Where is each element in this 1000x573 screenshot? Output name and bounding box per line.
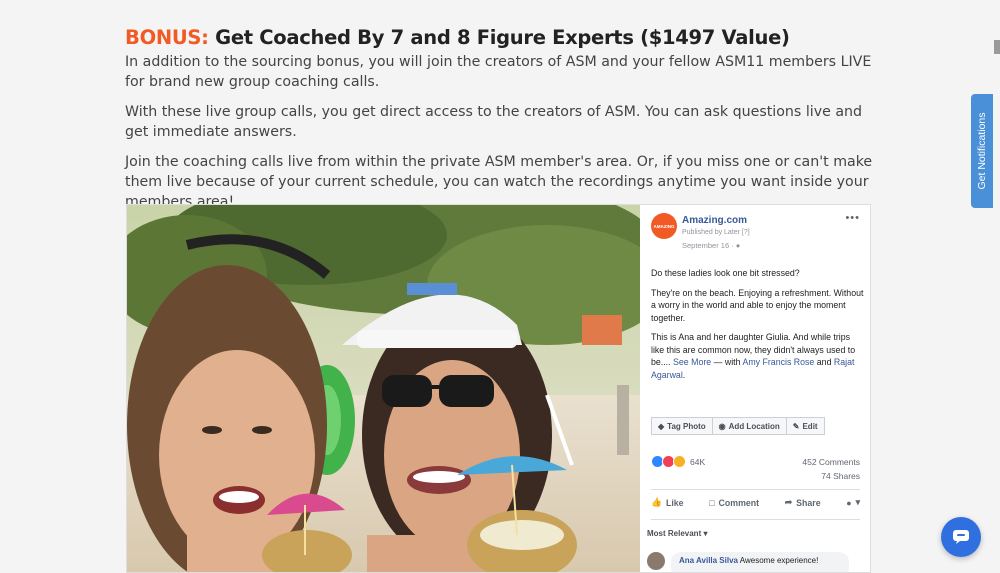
thumbs-up-icon: 👍 — [651, 497, 662, 507]
post-action-bar: 👍 Like □ Comment ➦ Share ● ▾ — [651, 497, 860, 508]
reactions: 64K — [651, 455, 705, 468]
with-text: — with — [713, 357, 741, 367]
divider — [651, 519, 860, 520]
comment-icon: □ — [709, 497, 715, 508]
post-line-3: This is Ana and her daughter Giulia. And… — [651, 331, 864, 381]
pencil-icon: ✎ — [792, 421, 800, 431]
comment-count: 452 Comments — [802, 457, 860, 467]
ellipsis-icon: ••• — [845, 212, 860, 224]
tag-photo-label: Tag Photo — [667, 421, 706, 431]
post-body: Do these ladies look one bit stressed? T… — [651, 267, 864, 388]
reaction-count: 64K — [690, 456, 706, 467]
edit-label: Edit — [802, 421, 818, 431]
post-line-1: Do these ladies look one bit stressed? — [651, 268, 800, 278]
paragraph-1: In addition to the sourcing bonus, you w… — [125, 54, 872, 90]
edit-button: ✎ Edit — [785, 417, 825, 435]
facebook-post-panel: AMAZING Amazing.com Published by Later [… — [641, 205, 870, 572]
commenter-name: Ana Avilla Silva — [679, 556, 738, 565]
location-pin-icon: ◉ — [718, 421, 726, 431]
paragraph-3: Join the coaching calls live from within… — [125, 154, 873, 210]
beach-photo — [127, 205, 640, 572]
chat-button[interactable] — [941, 517, 981, 557]
share-action: ➦ Share — [785, 497, 821, 508]
published-by: Published by Later [?] — [682, 229, 750, 236]
commenter-avatar — [647, 552, 665, 570]
like-label: Like — [665, 497, 684, 508]
post-date: September 16 · ● — [682, 241, 740, 250]
comment-action: □ Comment — [709, 497, 759, 508]
like-action: 👍 Like — [651, 497, 684, 508]
wow-reaction-icon — [673, 455, 686, 468]
add-location-button: ◉ Add Location — [711, 417, 787, 435]
see-more-link: See More — [673, 357, 712, 367]
share-label: Share — [796, 497, 821, 508]
profile-icon: ● — [846, 497, 852, 508]
photo-actions: ◆ Tag Photo ◉ Add Location ✎ Edit — [651, 417, 825, 435]
page-avatar: AMAZING — [651, 213, 677, 239]
get-notifications-tab[interactable]: Get Notifications — [971, 94, 993, 208]
share-icon: ➦ — [784, 497, 793, 507]
notifications-label: Get Notifications — [976, 112, 988, 190]
scrollbar-track[interactable] — [994, 0, 1000, 571]
post-date-text: September 16 · — [682, 241, 734, 250]
end-text: . — [682, 369, 686, 380]
post-line-2: They're on the beach. Enjoying a refresh… — [651, 287, 864, 323]
comment-text: Awesome experience! — [739, 556, 819, 565]
post-header: AMAZING Amazing.com Published by Later [… — [651, 212, 866, 259]
add-location-label: Add Location — [728, 421, 780, 431]
bonus-section: BONUS: Get Coached By 7 and 8 Figure Exp… — [125, 26, 885, 222]
bonus-label: BONUS: — [125, 26, 209, 49]
tagged-person-1: Amy Francis Rose — [742, 357, 815, 367]
globe-icon: ● — [735, 241, 741, 250]
page-name: Amazing.com — [682, 215, 748, 226]
comment-sort: Most Relevant ▾ — [647, 529, 708, 538]
heading-text: Get Coached By 7 and 8 Figure Experts ($… — [215, 26, 790, 49]
comment-label: Comment — [718, 497, 760, 508]
comment-item: Ana Avilla Silva Awesome experience! — [647, 552, 849, 572]
section-heading: BONUS: Get Coached By 7 and 8 Figure Exp… — [125, 26, 885, 49]
facebook-post-screenshot: AMAZING Amazing.com Published by Later [… — [126, 204, 871, 573]
comment-share-counts: 452 Comments 74 Shares — [802, 455, 860, 483]
scrollbar-thumb[interactable] — [994, 40, 1000, 54]
audience-selector: ● ▾ — [846, 497, 860, 508]
chat-icon — [953, 530, 969, 544]
paragraph-2: With these live group calls, you get dir… — [125, 104, 863, 140]
and-text: and — [816, 357, 832, 367]
tag-photo-button: ◆ Tag Photo — [651, 417, 713, 435]
comment-bubble: Ana Avilla Silva Awesome experience! — [671, 552, 849, 572]
divider — [651, 489, 860, 490]
tag-icon: ◆ — [658, 421, 665, 431]
share-count: 74 Shares — [821, 471, 860, 481]
